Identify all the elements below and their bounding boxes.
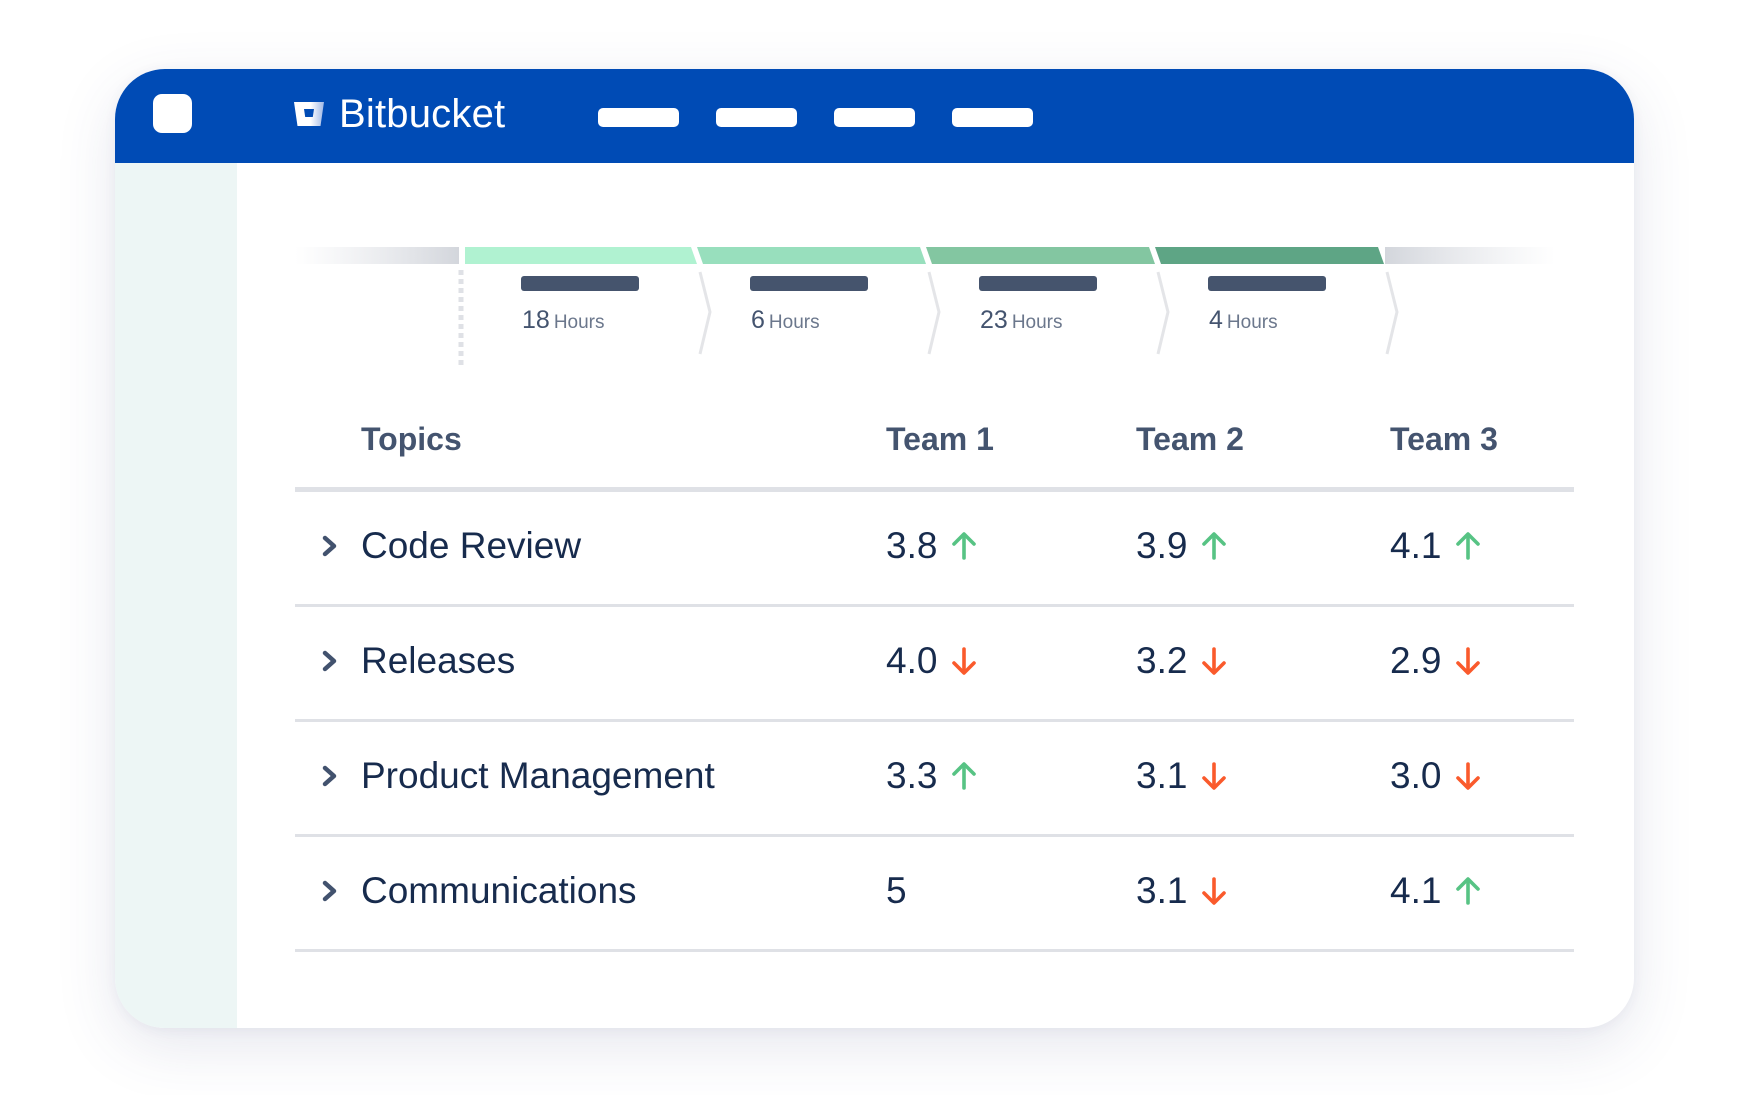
stage-duration: 4 Hours (1209, 306, 1278, 335)
stage-name-placeholder (750, 276, 868, 291)
stage-duration: 18 Hours (522, 306, 605, 335)
team-3-score: 2.9 (1390, 640, 1483, 682)
team-1-score: 3.3 (886, 755, 979, 797)
timeline-stage-segment[interactable] (926, 247, 1155, 264)
column-header-topics: Topics (361, 421, 462, 457)
topic-name: Communications (361, 870, 637, 911)
bitbucket-logo-icon (294, 102, 324, 126)
timeline-chevron-divider (1156, 271, 1170, 355)
timeline-chevron-divider (698, 271, 712, 355)
timeline-graphic (295, 247, 1555, 365)
stage-hours-value: 23 (980, 306, 1008, 334)
score-value: 2.9 (1390, 640, 1442, 681)
score-value: 3.3 (886, 755, 938, 796)
arrow-up-icon (1456, 532, 1481, 560)
score-value: 3.2 (1136, 640, 1188, 681)
arrow-up-icon (1456, 877, 1481, 905)
score-value: 4.0 (886, 640, 938, 681)
table-row[interactable]: Product Management 3.3 3.1 3.0 (295, 722, 1574, 837)
table-row[interactable]: Code Review 3.8 3.9 4.1 (295, 492, 1574, 607)
cycle-time-timeline: 18 Hours 6 Hours 23 Hours 4 Hours (295, 247, 1615, 367)
arrow-down-icon (1456, 762, 1481, 790)
column-header-team-3: Team 3 (1390, 421, 1498, 457)
topic-name: Code Review (361, 525, 582, 566)
table-row[interactable]: Releases 4.0 3.2 2.9 (295, 607, 1574, 722)
score-value: 3.8 (886, 525, 938, 566)
arrow-up-icon (952, 762, 977, 790)
team-1-score: 3.8 (886, 525, 979, 567)
column-header-team-2: Team 2 (1136, 421, 1244, 457)
brand[interactable]: Bitbucket (293, 89, 505, 139)
score-value: 3.1 (1136, 755, 1188, 796)
chevron-right-icon[interactable] (317, 874, 343, 908)
timeline-lead-fade (295, 247, 459, 264)
chevron-right-icon[interactable] (317, 644, 343, 678)
stage-hours-value: 6 (751, 306, 765, 334)
nav-item-3[interactable] (834, 108, 915, 127)
table-body: Code Review 3.8 3.9 4.1 Releases 4.0 3.2 2.9 Pro… (295, 492, 1574, 952)
arrow-down-icon (1456, 647, 1481, 675)
score-value: 3.1 (1136, 870, 1188, 911)
column-header-team-1: Team 1 (886, 421, 994, 457)
timeline-stage-segment[interactable] (1155, 247, 1384, 264)
nav-item-4[interactable] (952, 108, 1033, 127)
team-3-score: 3.0 (1390, 755, 1483, 797)
score-value: 3.0 (1390, 755, 1442, 796)
table-row[interactable]: Communications 5 3.1 4.1 (295, 837, 1574, 952)
stage-duration: 23 Hours (980, 306, 1063, 335)
nav-menu (598, 108, 1070, 127)
team-2-score: 3.1 (1136, 755, 1229, 797)
nav-item-2[interactable] (716, 108, 797, 127)
timeline-chevron-divider (927, 271, 941, 355)
arrow-down-icon (952, 647, 977, 675)
team-2-score: 3.1 (1136, 870, 1229, 912)
app-switcher-icon[interactable] (153, 94, 192, 133)
team-2-score: 3.9 (1136, 525, 1229, 567)
score-value: 4.1 (1390, 870, 1442, 911)
app-window: Bitbucket 18 Hours 6 Hours 23 Hours 4 Hours Top… (115, 69, 1634, 1028)
stage-name-placeholder (521, 276, 639, 291)
arrow-down-icon (1202, 762, 1227, 790)
arrow-up-icon (1202, 532, 1227, 560)
app-name: Bitbucket (339, 91, 506, 136)
timeline-stage-segment[interactable] (697, 247, 926, 264)
main-content: 18 Hours 6 Hours 23 Hours 4 Hours Topics Team 1… (237, 163, 1634, 1028)
timeline-chevron-divider (1385, 271, 1399, 355)
timeline-stage-segment[interactable] (465, 247, 697, 264)
stage-name-placeholder (1208, 276, 1326, 291)
score-value: 3.9 (1136, 525, 1188, 566)
sidebar (115, 163, 237, 1028)
chevron-right-icon[interactable] (317, 759, 343, 793)
timeline-trail-fade (1385, 247, 1555, 264)
nav-item-1[interactable] (598, 108, 679, 127)
arrow-down-icon (1202, 877, 1227, 905)
stage-hours-value: 18 (522, 306, 550, 334)
stage-duration: 6 Hours (751, 306, 820, 335)
stage-hours-unit: Hours (553, 312, 605, 333)
topic-name: Product Management (361, 755, 715, 796)
team-comparison-table: Topics Team 1 Team 2 Team 3 Code Review 3… (295, 383, 1574, 952)
team-3-score: 4.1 (1390, 870, 1483, 912)
score-value: 5 (886, 870, 907, 911)
stage-hours-value: 4 (1209, 306, 1223, 334)
stage-hours-unit: Hours (1011, 312, 1063, 333)
team-1-score: 5 (886, 870, 907, 912)
top-navigation-bar: Bitbucket (115, 69, 1634, 163)
team-3-score: 4.1 (1390, 525, 1483, 567)
stage-name-placeholder (979, 276, 1097, 291)
team-2-score: 3.2 (1136, 640, 1229, 682)
stage-hours-unit: Hours (768, 312, 820, 333)
table-header: Topics Team 1 Team 2 Team 3 (295, 383, 1574, 492)
team-1-score: 4.0 (886, 640, 979, 682)
arrow-down-icon (1202, 647, 1227, 675)
score-value: 4.1 (1390, 525, 1442, 566)
stage-hours-unit: Hours (1226, 312, 1278, 333)
chevron-right-icon[interactable] (317, 529, 343, 563)
arrow-up-icon (952, 532, 977, 560)
topic-name: Releases (361, 640, 516, 681)
